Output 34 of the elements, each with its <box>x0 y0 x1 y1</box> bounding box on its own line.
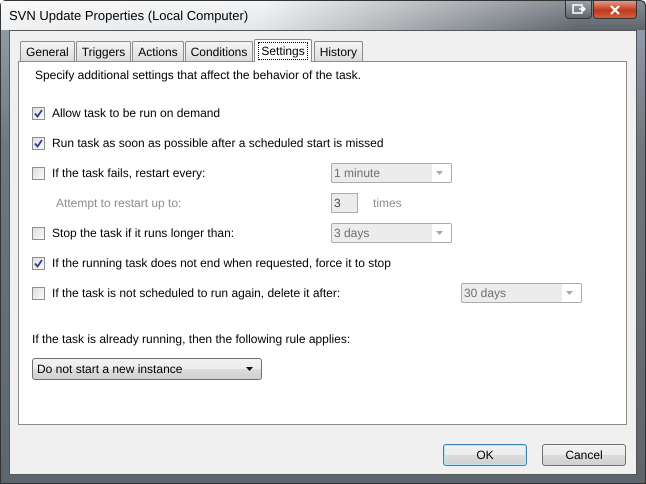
checkbox[interactable] <box>32 106 45 120</box>
intro-text: Specify additional settings that affect the behavior of the task. <box>35 68 362 82</box>
checkbox-label[interactable]: Allow task to be run on demand <box>52 106 220 120</box>
close-button[interactable] <box>593 1 637 19</box>
caret-icon <box>246 367 253 371</box>
checkbox[interactable] <box>32 286 45 300</box>
cancel-button[interactable]: Cancel <box>542 444 626 466</box>
checkbox-label[interactable]: Stop the task if it runs longer than: <box>52 226 234 240</box>
rule-dropdown[interactable]: Do not start a new instance <box>32 358 262 380</box>
tab[interactable]: History <box>314 41 364 61</box>
checkbox[interactable] <box>32 166 45 180</box>
restore-button[interactable] <box>565 1 592 19</box>
checkbox-label[interactable]: If the running task does not end when requested, force it to stop <box>52 256 391 270</box>
caret-icon <box>436 171 443 175</box>
rule-label: If the task is already running, then the following rule applies: <box>32 332 352 346</box>
caret-icon <box>566 291 573 295</box>
checkbox-label[interactable]: If the task fails, restart every: <box>52 166 206 180</box>
tab[interactable]: Settings <box>254 39 312 62</box>
unit-label: times <box>373 196 402 210</box>
window-icon <box>572 4 586 15</box>
caret-icon <box>436 231 443 235</box>
tab[interactable]: General <box>20 41 75 61</box>
tab[interactable]: Triggers <box>76 41 132 61</box>
tab[interactable]: Conditions <box>184 41 254 61</box>
ok-button[interactable]: OK <box>443 444 527 466</box>
checkbox[interactable] <box>32 256 45 270</box>
checkbox[interactable] <box>32 136 45 150</box>
checkbox-label[interactable]: Run task as soon as possible after a scheduled start is missed <box>52 136 384 150</box>
checkbox[interactable] <box>32 226 45 240</box>
tab[interactable]: Actions <box>132 41 184 61</box>
window-title: SVN Update Properties (Local Computer) <box>9 7 248 23</box>
close-icon <box>609 4 621 14</box>
checkbox-label[interactable]: If the task is not scheduled to run again, delete it after: <box>52 286 340 300</box>
field-label: Attempt to restart up to: <box>56 196 182 210</box>
